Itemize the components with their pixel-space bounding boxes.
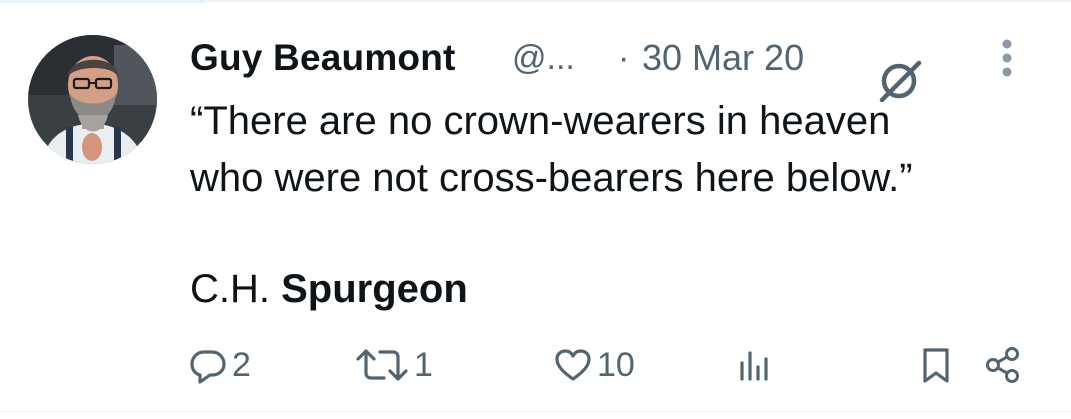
quote-attribution: C.H. Spurgeon [190, 262, 468, 316]
tweet-text: “There are no crown-wearers in heaven wh… [190, 93, 1010, 207]
tweet-timestamp[interactable]: 30 Mar 20 [642, 34, 804, 82]
reply-button[interactable]: 2 [188, 340, 251, 390]
tab-accent [0, 0, 205, 3]
share-button[interactable] [983, 340, 1023, 390]
avatar[interactable] [28, 35, 157, 164]
views-button[interactable] [736, 340, 776, 390]
views-icon [740, 351, 768, 381]
tweet-text-line: who were not cross-bearers here below.” [190, 156, 913, 200]
bottom-divider [0, 411, 1071, 412]
bookmark-button[interactable] [918, 340, 954, 390]
author-display-name[interactable]: Guy Beaumont [190, 34, 456, 82]
tweet-action-bar: 2 1 10 [0, 340, 1071, 390]
repost-button[interactable]: 1 [354, 340, 433, 390]
tweet-page: Guy Beaumont @... · 30 Mar 20 “There are… [0, 0, 1071, 419]
tweet-text-line: “There are no crown-wearers in heaven [190, 99, 891, 143]
like-count: 10 [597, 346, 635, 384]
bookmark-icon [923, 348, 949, 383]
more-vertical-icon[interactable] [990, 38, 1024, 82]
attribution-surname: Spurgeon [281, 267, 468, 311]
user-avatar-photo [28, 35, 157, 164]
reply-icon [190, 350, 226, 384]
like-button[interactable]: 10 [553, 340, 635, 390]
share-icon [986, 347, 1019, 383]
reply-count: 2 [232, 346, 251, 384]
repost-icon [356, 349, 408, 381]
author-handle[interactable]: @... [512, 34, 575, 82]
repost-count: 1 [414, 346, 433, 384]
attribution-initials: C.H. [190, 267, 282, 311]
top-divider [0, 0, 1071, 3]
tweet-header: Guy Beaumont @... · 30 Mar 20 [190, 34, 922, 103]
heart-icon [555, 349, 591, 381]
separator-dot: · [618, 39, 630, 77]
